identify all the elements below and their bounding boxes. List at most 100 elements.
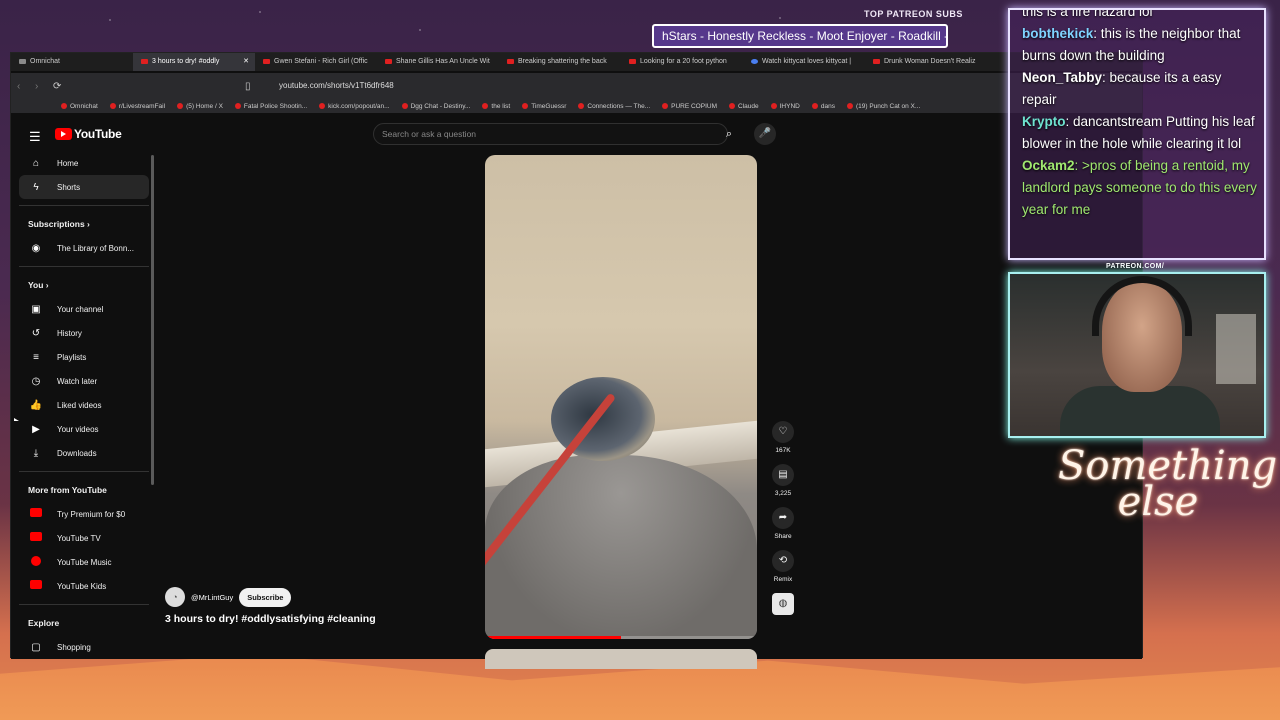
download-icon: ⤓	[33, 447, 39, 459]
search-input[interactable]: Search or ask a question	[373, 123, 728, 145]
sidebar-item-youtube-tv[interactable]: YouTube TV	[19, 526, 149, 550]
bookmark-favicon-icon	[578, 103, 585, 109]
share-icon: ➦	[772, 507, 794, 529]
bookmark-item[interactable]: Fatal Police Shootin...	[234, 103, 307, 110]
channel-avatar[interactable]: ◔	[165, 587, 185, 607]
next-short-preview[interactable]	[485, 649, 757, 669]
bookmark-item[interactable]: (5) Home / X	[177, 103, 223, 110]
close-tab-icon[interactable]: ✕	[243, 53, 249, 71]
short-video-player[interactable]	[485, 155, 757, 639]
tab-label: Shane Gillis Has An Uncle Wit	[396, 58, 490, 65]
sidebar-item-liked-videos[interactable]: 👍 Liked videos	[19, 393, 149, 417]
sidebar-item-youtube-music[interactable]: YouTube Music	[19, 550, 149, 574]
chat-message: Neon_Tabby: because its a easy repair	[1010, 67, 1264, 111]
bookmark-item[interactable]: PURE COPIUM	[662, 103, 717, 110]
sidebar-label: YouTube TV	[57, 533, 101, 543]
sidebar-item-premium[interactable]: Try Premium for $0	[19, 502, 149, 526]
share-button[interactable]: ➦ Share	[767, 507, 799, 540]
sidebar-label: Shorts	[57, 182, 81, 192]
subscribe-button[interactable]: Subscribe	[239, 587, 292, 607]
microphone-icon[interactable]: 🎤	[754, 123, 776, 145]
video-progress-bar[interactable]	[485, 636, 757, 639]
reload-icon[interactable]: ⟳	[53, 81, 65, 92]
browser-tab[interactable]: Breaking shattering the back	[499, 53, 621, 71]
channel-handle[interactable]: @MrLintGuy	[191, 593, 233, 602]
browser-tab[interactable]: Shane Gillis Has An Uncle Wit	[377, 53, 499, 71]
sidebar-label: The Library of Bonn...	[57, 243, 134, 253]
url-field[interactable]: youtube.com/shorts/v1Tt6dfr648	[255, 77, 885, 95]
sidebar-item-subscriptions[interactable]: Subscriptions ›	[19, 212, 149, 236]
channel-avatar: ◉	[31, 242, 41, 254]
short-title[interactable]: 3 hours to dry! #oddlysatisfying #cleani…	[165, 613, 376, 625]
bookmark-item[interactable]: kick.com/popout/an...	[319, 103, 390, 110]
sidebar-item-downloads[interactable]: ⤓ Downloads	[19, 441, 149, 465]
tab-favicon-icon	[873, 58, 880, 64]
browser-tab[interactable]: Watch kittycat loves kittycat |	[743, 53, 865, 71]
browser-tab[interactable]: Looking for a 20 foot python	[621, 53, 743, 71]
browser-tab[interactable]: Drunk Woman Doesn't Realiz	[865, 53, 987, 71]
comments-button[interactable]: ▤ 3,225	[767, 464, 799, 497]
browser-tab[interactable]: Gwen Stefani - Rich Girl (Offic	[255, 53, 377, 71]
webcam-feed	[1008, 272, 1266, 438]
sidebar-label: Home	[57, 158, 79, 168]
patreon-ticker: hStars - Honestly Reckless - Moot Enjoye…	[652, 24, 948, 48]
bookmark-item[interactable]: (19) Punch Cat on X...	[846, 103, 920, 110]
shorts-icon: ϟ	[33, 181, 39, 193]
bookmark-item[interactable]: Connections — The...	[578, 103, 650, 110]
tab-label: Omnichat	[30, 58, 60, 65]
bookmark-label: Omnichat	[70, 102, 98, 110]
bookmark-item[interactable]: Dgg Chat - Destiny...	[401, 102, 471, 110]
sidebar-item-shopping[interactable]: ▢ Shopping	[19, 635, 149, 659]
sidebar-item-subscribed-channel[interactable]: ◉ The Library of Bonn...	[19, 236, 149, 260]
bookmark-item[interactable]: Claude	[729, 103, 759, 110]
tab-favicon-icon	[141, 58, 148, 64]
bookmarks-bar: Omnichat r/LivestreamFail (5) Home / X Fata…	[11, 99, 1142, 113]
mouse-cursor	[14, 418, 19, 421]
bookmark-favicon-icon	[846, 103, 853, 109]
youtube-tv-icon	[29, 532, 43, 544]
bookmark-item[interactable]: Omnichat	[61, 103, 98, 110]
like-button[interactable]: ♡ 167K	[767, 421, 799, 454]
bookmark-favicon-icon	[522, 103, 529, 109]
sidebar-item-playlists[interactable]: ≡ Playlists	[19, 345, 149, 369]
back-icon[interactable]: ‹	[17, 81, 29, 92]
sidebar-item-shorts[interactable]: ϟ Shorts	[19, 175, 149, 199]
sidebar-label: Your videos	[57, 424, 99, 434]
bookmark-favicon-icon	[662, 103, 669, 109]
remix-button[interactable]: ⟲ Remix	[767, 550, 799, 583]
forward-icon[interactable]: ›	[35, 81, 47, 92]
sidebar-item-you[interactable]: You ›	[19, 273, 149, 297]
browser-window: Omnichat 3 hours to dry! #oddly ✕ Gwen Stef…	[10, 52, 1143, 669]
youtube-logo[interactable]: YouTube	[55, 127, 122, 141]
browser-tab[interactable]: Omnichat	[11, 53, 133, 71]
bookmark-label: Claude	[738, 102, 759, 110]
sidebar-label: Watch later	[57, 376, 98, 386]
browser-tab[interactable]: 3 hours to dry! #oddly ✕	[133, 53, 255, 71]
sidebar-item-home[interactable]: ⌂ Home	[19, 151, 149, 175]
thumbs-up-icon: 👍	[29, 399, 43, 411]
something-else-logo: Something else	[1058, 443, 1278, 525]
tab-label: Breaking shattering the back	[518, 58, 607, 65]
menu-icon[interactable]: ☰	[29, 129, 41, 145]
youtube-play-icon	[55, 128, 72, 140]
sidebar-scrollbar[interactable]	[151, 155, 154, 485]
bookmark-item[interactable]: IHYND	[770, 103, 800, 110]
bookmark-item[interactable]: TimeGuessr	[522, 103, 566, 110]
sidebar-item-your-videos[interactable]: ▶ Your videos	[19, 417, 149, 441]
sidebar-label: Shopping	[57, 642, 91, 652]
sidebar-item-history[interactable]: ↺ History	[19, 321, 149, 345]
bookmark-item[interactable]: dans	[811, 103, 835, 110]
bookmark-item[interactable]: r/LivestreamFail	[109, 102, 166, 110]
chat-username: Krypto	[1022, 114, 1066, 129]
bookmark-item[interactable]: the list	[482, 103, 510, 110]
sidebar-item-watch-later[interactable]: ◷ Watch later	[19, 369, 149, 393]
sidebar-item-your-channel[interactable]: ▣ Your channel	[19, 297, 149, 321]
sidebar-item-youtube-kids[interactable]: YouTube Kids	[19, 574, 149, 598]
search-icon[interactable]: ⌕	[715, 123, 743, 145]
tab-favicon-icon	[629, 58, 636, 64]
bookmark-label: Dgg Chat - Destiny...	[410, 102, 471, 110]
sound-thumbnail[interactable]: ◍	[772, 593, 794, 615]
address-bar-row: ‹ › ⟳ ▯ youtube.com/shorts/v1Tt6dfr648	[11, 73, 1142, 99]
remix-icon: ⟲	[772, 550, 794, 572]
bookmark-label: r/LivestreamFail	[118, 102, 166, 110]
